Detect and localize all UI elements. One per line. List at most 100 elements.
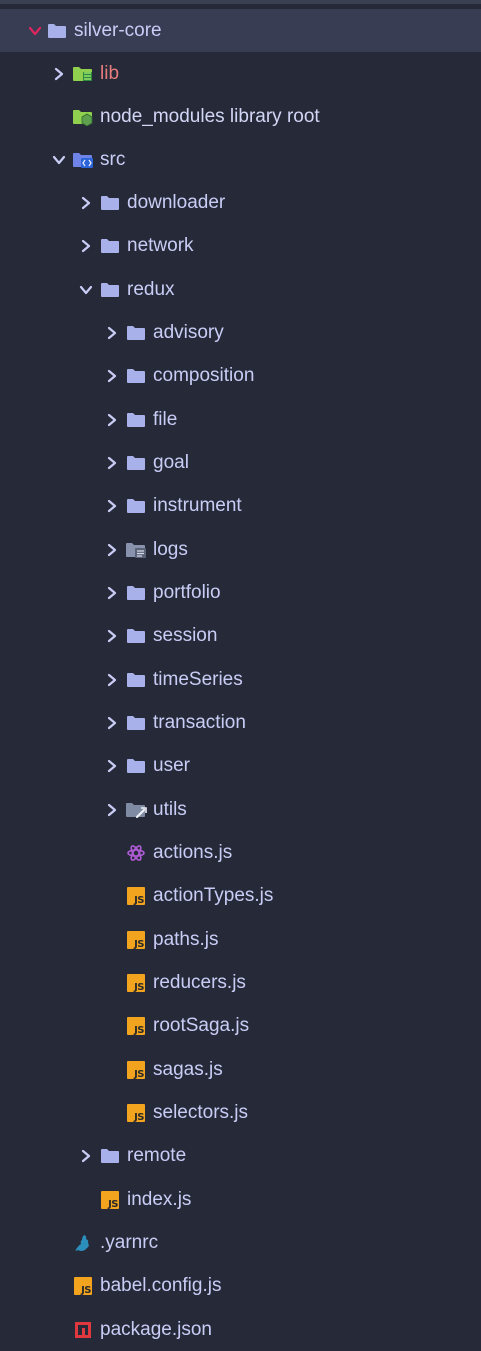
tree-label: lib bbox=[100, 63, 120, 84]
chevron-right-icon[interactable] bbox=[105, 586, 119, 600]
lib-folder-icon bbox=[72, 63, 94, 85]
tree-label: rootSaga.js bbox=[153, 1015, 250, 1036]
tree-row-actions-js[interactable]: actions.js bbox=[0, 831, 481, 874]
tree-label: transaction bbox=[153, 712, 246, 733]
tree-row-babel-config-js[interactable]: JS babel.config.js bbox=[0, 1264, 481, 1307]
chevron-right-icon[interactable] bbox=[105, 716, 119, 730]
tree-row-composition[interactable]: composition bbox=[0, 354, 481, 397]
chevron-right-icon[interactable] bbox=[105, 499, 119, 513]
tree-row-downloader[interactable]: downloader bbox=[0, 181, 481, 224]
chevron-right-icon[interactable] bbox=[105, 413, 119, 427]
tree-label: sagas.js bbox=[153, 1059, 223, 1080]
tree-row-utils[interactable]: utils bbox=[0, 788, 481, 831]
chevron-right-icon[interactable] bbox=[105, 673, 119, 687]
chevron-right-icon[interactable] bbox=[105, 456, 119, 470]
tree-label: remote bbox=[127, 1145, 187, 1166]
tree-row-src[interactable]: src bbox=[0, 138, 481, 181]
js-file-icon: JS bbox=[99, 1189, 121, 1211]
tree-label: babel.config.js bbox=[100, 1275, 222, 1296]
utils-folder-icon bbox=[125, 799, 147, 821]
tree-label: .yarnrc bbox=[100, 1232, 159, 1253]
chevron-down-icon[interactable] bbox=[52, 153, 66, 167]
tree-label: composition bbox=[153, 365, 255, 386]
tree-row-index-js[interactable]: JS index.js bbox=[0, 1178, 481, 1221]
folder-icon bbox=[125, 669, 147, 691]
folder-icon bbox=[125, 582, 147, 604]
js-file-icon: JS bbox=[125, 972, 147, 994]
tree-row-advisory[interactable]: advisory bbox=[0, 311, 481, 354]
tree-label: index.js bbox=[127, 1189, 192, 1210]
tree-label: paths.js bbox=[153, 929, 219, 950]
tree-row-package-json[interactable]: package.json bbox=[0, 1308, 481, 1351]
folder-icon bbox=[125, 625, 147, 647]
chevron-right-icon[interactable] bbox=[79, 196, 93, 210]
folder-icon bbox=[125, 322, 147, 344]
tree-label: instrument bbox=[153, 495, 242, 516]
js-file-icon: JS bbox=[125, 1059, 147, 1081]
tree-label: downloader bbox=[127, 192, 226, 213]
tree-row-lib[interactable]: lib bbox=[0, 52, 481, 95]
tree-label: reducers.js bbox=[153, 972, 246, 993]
tree-row-remote[interactable]: remote bbox=[0, 1134, 481, 1177]
src-folder-icon bbox=[72, 149, 94, 171]
tree-row-logs[interactable]: logs bbox=[0, 528, 481, 571]
tree-row-node-modules[interactable]: node_modules library root bbox=[0, 95, 481, 138]
tree-row-file[interactable]: file bbox=[0, 398, 481, 441]
tree-row-timeseries[interactable]: timeSeries bbox=[0, 658, 481, 701]
tree-row-transaction[interactable]: transaction bbox=[0, 701, 481, 744]
chevron-right-icon[interactable] bbox=[105, 803, 119, 817]
tree-label: selectors.js bbox=[153, 1102, 249, 1123]
chevron-right-icon[interactable] bbox=[79, 239, 93, 253]
js-file-icon: JS bbox=[125, 885, 147, 907]
tree-label: logs bbox=[153, 539, 188, 560]
folder-icon bbox=[99, 235, 121, 257]
chevron-right-icon[interactable] bbox=[52, 67, 66, 81]
folder-icon bbox=[46, 20, 68, 42]
js-file-icon: JS bbox=[125, 1102, 147, 1124]
npm-icon bbox=[72, 1319, 94, 1341]
tree-row-reducers-js[interactable]: JS reducers.js bbox=[0, 961, 481, 1004]
tree-row-silver-core[interactable]: silver-core bbox=[0, 9, 481, 52]
tree-row-instrument[interactable]: instrument bbox=[0, 484, 481, 527]
tree-row-portfolio[interactable]: portfolio bbox=[0, 571, 481, 614]
chevron-right-icon[interactable] bbox=[105, 543, 119, 557]
tree-label: node_modules library root bbox=[100, 106, 320, 127]
tree-row-sagas-js[interactable]: JS sagas.js bbox=[0, 1048, 481, 1091]
tree-label: network bbox=[127, 235, 194, 256]
tree-row-yarnrc[interactable]: .yarnrc bbox=[0, 1221, 481, 1264]
tree-label: actionTypes.js bbox=[153, 885, 274, 906]
tree-row-redux[interactable]: redux bbox=[0, 268, 481, 311]
js-file-icon: JS bbox=[125, 1015, 147, 1037]
tree-row-network[interactable]: network bbox=[0, 224, 481, 267]
tree-label: utils bbox=[153, 799, 187, 820]
tree-label: advisory bbox=[153, 322, 224, 343]
chevron-right-icon[interactable] bbox=[105, 369, 119, 383]
tree-row-session[interactable]: session bbox=[0, 614, 481, 657]
js-file-icon: JS bbox=[72, 1275, 94, 1297]
folder-icon bbox=[125, 409, 147, 431]
js-file-icon: JS bbox=[125, 929, 147, 951]
logs-folder-icon bbox=[125, 539, 147, 561]
tree-label: file bbox=[153, 409, 178, 430]
tree-row-actiontypes-js[interactable]: JS actionTypes.js bbox=[0, 874, 481, 917]
top-border bbox=[0, 0, 481, 4]
tree-label: package.json bbox=[100, 1319, 212, 1340]
chevron-down-icon[interactable] bbox=[28, 24, 42, 38]
tree-row-selectors-js[interactable]: JS selectors.js bbox=[0, 1091, 481, 1134]
tree-label: src bbox=[100, 149, 126, 170]
tree-label: silver-core bbox=[74, 20, 162, 41]
tree-row-rootsaga-js[interactable]: JS rootSaga.js bbox=[0, 1004, 481, 1047]
chevron-right-icon[interactable] bbox=[105, 759, 119, 773]
chevron-down-icon[interactable] bbox=[79, 283, 93, 297]
chevron-right-icon[interactable] bbox=[105, 629, 119, 643]
folder-icon bbox=[125, 755, 147, 777]
tree-row-paths-js[interactable]: JS paths.js bbox=[0, 918, 481, 961]
chevron-right-icon[interactable] bbox=[105, 326, 119, 340]
chevron-right-icon[interactable] bbox=[79, 1149, 93, 1163]
tree-row-user[interactable]: user bbox=[0, 744, 481, 787]
tree-label: timeSeries bbox=[153, 669, 243, 690]
folder-icon bbox=[125, 495, 147, 517]
tree-label: actions.js bbox=[153, 842, 233, 863]
tree-row-goal[interactable]: goal bbox=[0, 441, 481, 484]
tree-label: goal bbox=[153, 452, 189, 473]
